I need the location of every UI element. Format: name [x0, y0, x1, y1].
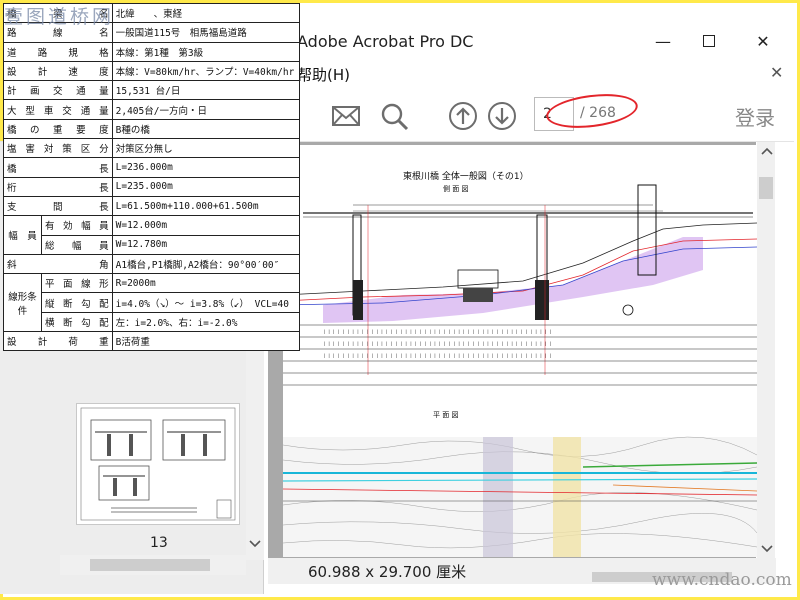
- spec-value: 2,405台/一方向・日: [111, 99, 301, 120]
- svg-text:| | | | | | | | | | | | | | |: | | | | | | | | | | | | | | | | | | | | …: [323, 329, 552, 334]
- spec-label: 橋 長: [3, 157, 113, 178]
- table-row: 総幅員 W=12.780m: [4, 234, 301, 255]
- spec-sublabel: 有効幅員: [41, 215, 113, 236]
- spec-group-label: 幅 員: [3, 215, 42, 255]
- close-button[interactable]: ✕: [740, 26, 786, 58]
- search-icon[interactable]: [377, 99, 411, 133]
- spec-value: W=12.780m: [111, 234, 301, 255]
- table-row: 横断勾配 左：i=2.0%、右：i=-2.0%: [4, 311, 301, 333]
- maximize-icon: [703, 35, 715, 47]
- table-row: 橋の重要度 B種の橋: [3, 118, 301, 140]
- spec-value: B種の橋: [111, 118, 301, 140]
- arrow-down-icon[interactable]: [485, 99, 519, 133]
- spec-value: A1橋台,P1橋脚,A2橋台：90°00′00″: [111, 253, 301, 275]
- spec-value: 対策区分無し: [111, 138, 301, 159]
- table-row: 斜 角 A1橋台,P1橋脚,A2橋台：90°00′00″: [3, 253, 301, 275]
- scroll-down-icon[interactable]: [249, 539, 261, 549]
- spec-value: 北緯 、東経: [111, 2, 301, 24]
- scroll-up-icon[interactable]: [761, 146, 773, 156]
- page-thumbnail[interactable]: [76, 403, 240, 525]
- spec-value: L=235.000m: [111, 176, 301, 197]
- table-row: 橋 長 L=236.000m: [3, 157, 301, 178]
- page-size: 60.988 x 29.700 厘米: [308, 563, 467, 581]
- spec-value: L=236.000m: [111, 157, 301, 178]
- spec-value: 左：i=2.0%、右：i=-2.0%: [111, 311, 301, 333]
- side-view-label: 側 面 図: [443, 184, 468, 193]
- spec-value: R=2000m: [111, 273, 301, 294]
- spec-value: 一般国道115号 相馬福島道路: [111, 22, 301, 43]
- spec-label: 設 計 荷 重: [3, 331, 113, 352]
- spec-sublabel: 横断勾配: [41, 311, 113, 333]
- spec-value: W=12.000m: [111, 215, 301, 236]
- watermark-bottom: www.cndao.com: [652, 570, 792, 590]
- spec-value: 本線：第1種 第3級: [111, 41, 301, 62]
- spec-label: 支 間 長: [3, 195, 113, 217]
- spec-value: 15,531 台/日: [111, 80, 301, 101]
- bridge-spec-table: 橋 梁 名北緯 、東経 路 線 名一般国道115号 相馬福島道路 道 路 規 格…: [3, 2, 301, 352]
- spec-label: 計画交通量: [3, 80, 113, 101]
- menu-help[interactable]: 帮助(H): [297, 64, 350, 85]
- spec-sublabel: 平面線形: [41, 273, 113, 294]
- document-scrollbar[interactable]: [757, 142, 775, 560]
- arrow-up-icon[interactable]: [446, 99, 480, 133]
- svg-text:| | | | | | | | | | | | | | |: | | | | | | | | | | | | | | | | | | | | …: [323, 353, 552, 358]
- spec-label: 桁 長: [3, 176, 113, 197]
- login-link[interactable]: 登录: [735, 102, 775, 131]
- table-row: 塩害対策区分 対策区分無し: [3, 138, 301, 159]
- table-row: 幅 員有効幅員 W=12.000m: [3, 215, 301, 255]
- spec-value: 本線：V=80km/hr、ランプ：V=40km/hr: [111, 60, 301, 82]
- table-row: 設 計 荷 重 B活荷重: [3, 331, 301, 352]
- minimize-button[interactable]: —: [640, 26, 686, 58]
- spec-value: L=61.500m+110.000+61.500m: [111, 195, 301, 217]
- close-tab-icon[interactable]: ✕: [770, 63, 783, 82]
- maximize-button[interactable]: [686, 26, 732, 58]
- table-row: 計画交通量 15,531 台/日: [3, 80, 301, 101]
- spec-group-label: 線形条件: [3, 273, 42, 333]
- spec-label: 斜 角: [3, 253, 113, 275]
- spec-sublabel: 縦断勾配: [41, 292, 113, 313]
- thumbnails-hscroll-thumb[interactable]: [90, 559, 210, 571]
- scroll-down-icon[interactable]: [761, 544, 773, 554]
- spec-label: 橋の重要度: [3, 118, 113, 140]
- table-row: 桁 長 L=235.000m: [3, 176, 301, 197]
- watermark-top: 壹图道桥网: [4, 6, 115, 28]
- spec-label: 道 路 規 格: [3, 41, 113, 62]
- table-row: 道 路 規 格本線：第1種 第3級: [3, 41, 301, 62]
- spec-label: 塩害対策区分: [3, 138, 113, 159]
- table-row: 縦断勾配 i=4.0%（↘）〜 i=3.8%（↙） VCL=40: [4, 292, 301, 313]
- document-page[interactable]: 東根川橋 全体一般図（その1） 側 面 図 | | | | | | | | | …: [283, 145, 757, 557]
- table-row: 大型車交通量 2,405台/一方向・日: [3, 99, 301, 120]
- mail-icon[interactable]: [329, 99, 363, 133]
- spec-value: i=4.0%（↘）〜 i=3.8%（↙） VCL=40: [111, 292, 301, 313]
- table-row: 線形条件 平面線形 R=2000m: [3, 273, 301, 333]
- thumbnail-drawing: [80, 407, 236, 521]
- spec-sublabel: 総幅員: [41, 234, 113, 255]
- spec-label: 大型車交通量: [3, 99, 113, 120]
- spec-label: 設 計 速 度: [3, 60, 113, 82]
- bridge-drawing: 東根川橋 全体一般図（その1） 側 面 図 | | | | | | | | | …: [283, 170, 757, 557]
- svg-text:| | | | | | | | | | | | | | |: | | | | | | | | | | | | | | | | | | | | …: [323, 341, 552, 346]
- drawing-title: 東根川橋 全体一般図（その1）: [403, 170, 529, 182]
- thumbnail-page-number: 13: [150, 535, 168, 551]
- window-title: Adobe Acrobat Pro DC: [297, 32, 474, 51]
- document-scroll-thumb[interactable]: [759, 177, 773, 199]
- spec-value: B活荷重: [111, 331, 301, 352]
- table-row: 設 計 速 度本線：V=80km/hr、ランプ：V=40km/hr: [3, 60, 301, 82]
- plan-view-label: 平 面 図: [433, 411, 458, 419]
- table-row: 支 間 長 L=61.500m+110.000+61.500m: [3, 195, 301, 217]
